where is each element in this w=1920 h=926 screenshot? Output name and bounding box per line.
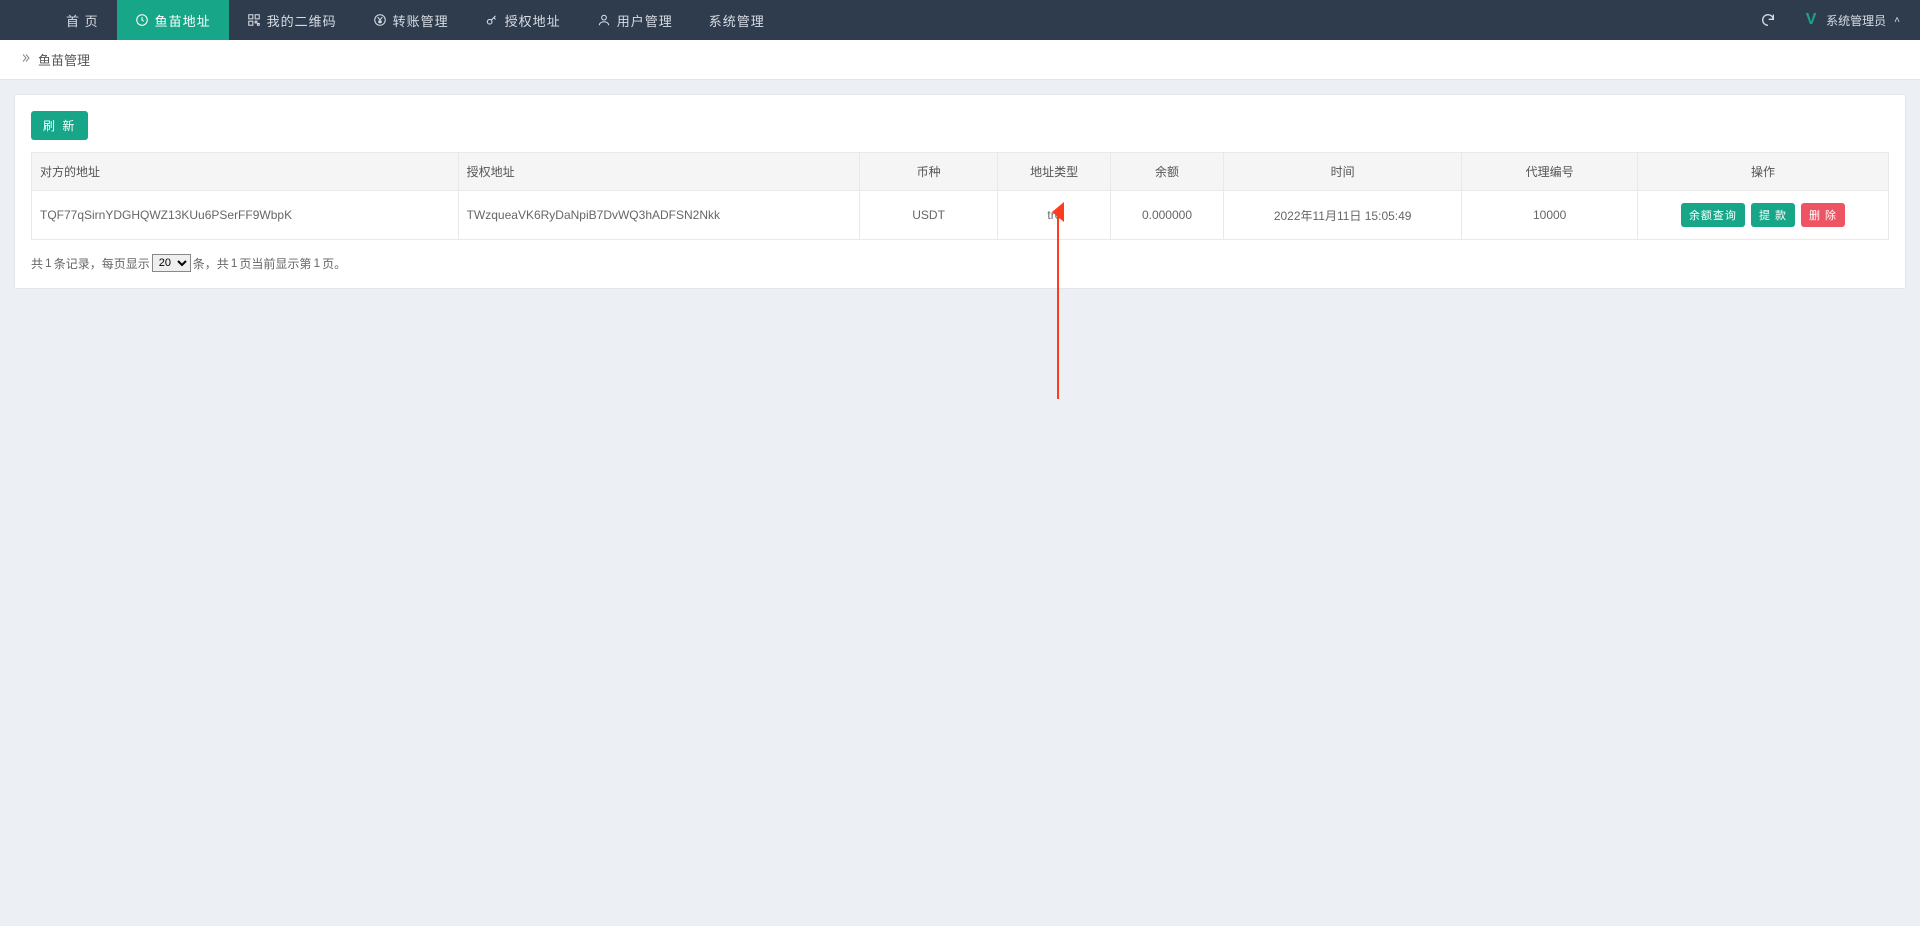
nav-home[interactable]: 首 页 bbox=[48, 0, 117, 40]
pager-total: 1 bbox=[45, 256, 52, 270]
col-counter-addr: 对方的地址 bbox=[32, 153, 459, 191]
user-menu[interactable]: V 系统管理员 ˄ bbox=[1792, 0, 1920, 40]
col-ops: 操作 bbox=[1638, 153, 1889, 191]
pager-text: 条记录，每页显示 bbox=[54, 255, 150, 272]
nav-my-qrcode[interactable]: 我的二维码 bbox=[229, 0, 355, 40]
key-icon bbox=[485, 13, 499, 27]
cell-agent-no: 10000 bbox=[1462, 191, 1638, 240]
nav-system-mgmt[interactable]: 系统管理 bbox=[691, 0, 783, 40]
data-table: 对方的地址 授权地址 币种 地址类型 余额 时间 代理编号 操作 TQF77qS… bbox=[31, 152, 1889, 240]
qrcode-icon bbox=[247, 13, 261, 27]
refresh-button[interactable]: 刷 新 bbox=[31, 111, 88, 140]
cell-ops: 余额查询 提 款 删 除 bbox=[1638, 191, 1889, 240]
yen-icon bbox=[373, 13, 387, 27]
reload-icon bbox=[1760, 12, 1776, 28]
delete-button[interactable]: 删 除 bbox=[1801, 203, 1845, 227]
pager-text: 页当前显示第 bbox=[239, 255, 311, 272]
col-coin: 币种 bbox=[860, 153, 998, 191]
balance-query-button[interactable]: 余额查询 bbox=[1681, 203, 1745, 227]
nav-auth-address[interactable]: 授权地址 bbox=[467, 0, 579, 40]
col-auth-addr: 授权地址 bbox=[458, 153, 860, 191]
cell-auth-addr: TWzqueaVK6RyDaNpiB7DvWQ3hADFSN2Nkk bbox=[458, 191, 860, 240]
col-agent-no: 代理编号 bbox=[1462, 153, 1638, 191]
nav-my-qrcode-label: 我的二维码 bbox=[267, 11, 337, 30]
cell-counter-addr: TQF77qSirnYDGHQWZ13KUu6PSerFF9WbpK bbox=[32, 191, 459, 240]
pager-current: 1 bbox=[313, 256, 320, 270]
table-row: TQF77qSirnYDGHQWZ13KUu6PSerFF9WbpK TWzqu… bbox=[32, 191, 1889, 240]
col-balance: 余额 bbox=[1111, 153, 1224, 191]
page-size-select[interactable]: 20 bbox=[152, 254, 191, 272]
nav-transfer[interactable]: 转账管理 bbox=[355, 0, 467, 40]
refresh-page-button[interactable] bbox=[1744, 0, 1792, 40]
pager-text: 页。 bbox=[322, 255, 346, 272]
nav-auth-address-label: 授权地址 bbox=[505, 11, 561, 30]
pagination-info: 共 1 条记录，每页显示 20 条，共 1 页当前显示第 1 页。 bbox=[31, 254, 1889, 272]
user-icon bbox=[597, 13, 611, 27]
main-panel: 刷 新 对方的地址 授权地址 币种 地址类型 余额 时间 代理编号 操作 TQF… bbox=[14, 94, 1906, 289]
clock-icon bbox=[135, 13, 149, 27]
cell-time: 2022年11月11日 15:05:49 bbox=[1223, 191, 1461, 240]
nav-user-mgmt[interactable]: 用户管理 bbox=[579, 0, 691, 40]
navbar-spacer bbox=[0, 0, 48, 40]
nav-fish-address-label: 鱼苗地址 bbox=[155, 11, 211, 30]
nav-user-mgmt-label: 用户管理 bbox=[617, 11, 673, 30]
double-chevron-icon bbox=[20, 52, 32, 67]
cell-coin: USDT bbox=[860, 191, 998, 240]
cell-balance: 0.000000 bbox=[1111, 191, 1224, 240]
pager-text: 共 bbox=[31, 255, 43, 272]
breadcrumb: 鱼苗管理 bbox=[0, 40, 1920, 80]
withdraw-button[interactable]: 提 款 bbox=[1751, 203, 1795, 227]
page-body: 刷 新 对方的地址 授权地址 币种 地址类型 余额 时间 代理编号 操作 TQF… bbox=[0, 80, 1920, 303]
nav-system-mgmt-label: 系统管理 bbox=[709, 11, 765, 30]
navbar-right: V 系统管理员 ˄ bbox=[1744, 0, 1920, 40]
nav-home-label: 首 页 bbox=[66, 11, 99, 30]
user-menu-label: 系统管理员 bbox=[1826, 12, 1886, 29]
brand-v-icon: V bbox=[1802, 11, 1820, 29]
pager-text: 条，共 bbox=[193, 255, 229, 272]
nav-transfer-label: 转账管理 bbox=[393, 11, 449, 30]
col-time: 时间 bbox=[1223, 153, 1461, 191]
table-header: 对方的地址 授权地址 币种 地址类型 余额 时间 代理编号 操作 bbox=[32, 153, 1889, 191]
nav-fish-address[interactable]: 鱼苗地址 bbox=[117, 0, 229, 40]
breadcrumb-title: 鱼苗管理 bbox=[38, 50, 90, 69]
top-navbar: 首 页 鱼苗地址 我的二维码 转账管理 授权地址 用户管理 系统管理 bbox=[0, 0, 1920, 40]
cell-addr-type: trc bbox=[998, 191, 1111, 240]
pager-pages: 1 bbox=[231, 256, 238, 270]
chevron-up-icon: ˄ bbox=[1894, 15, 1900, 26]
col-addr-type: 地址类型 bbox=[998, 153, 1111, 191]
